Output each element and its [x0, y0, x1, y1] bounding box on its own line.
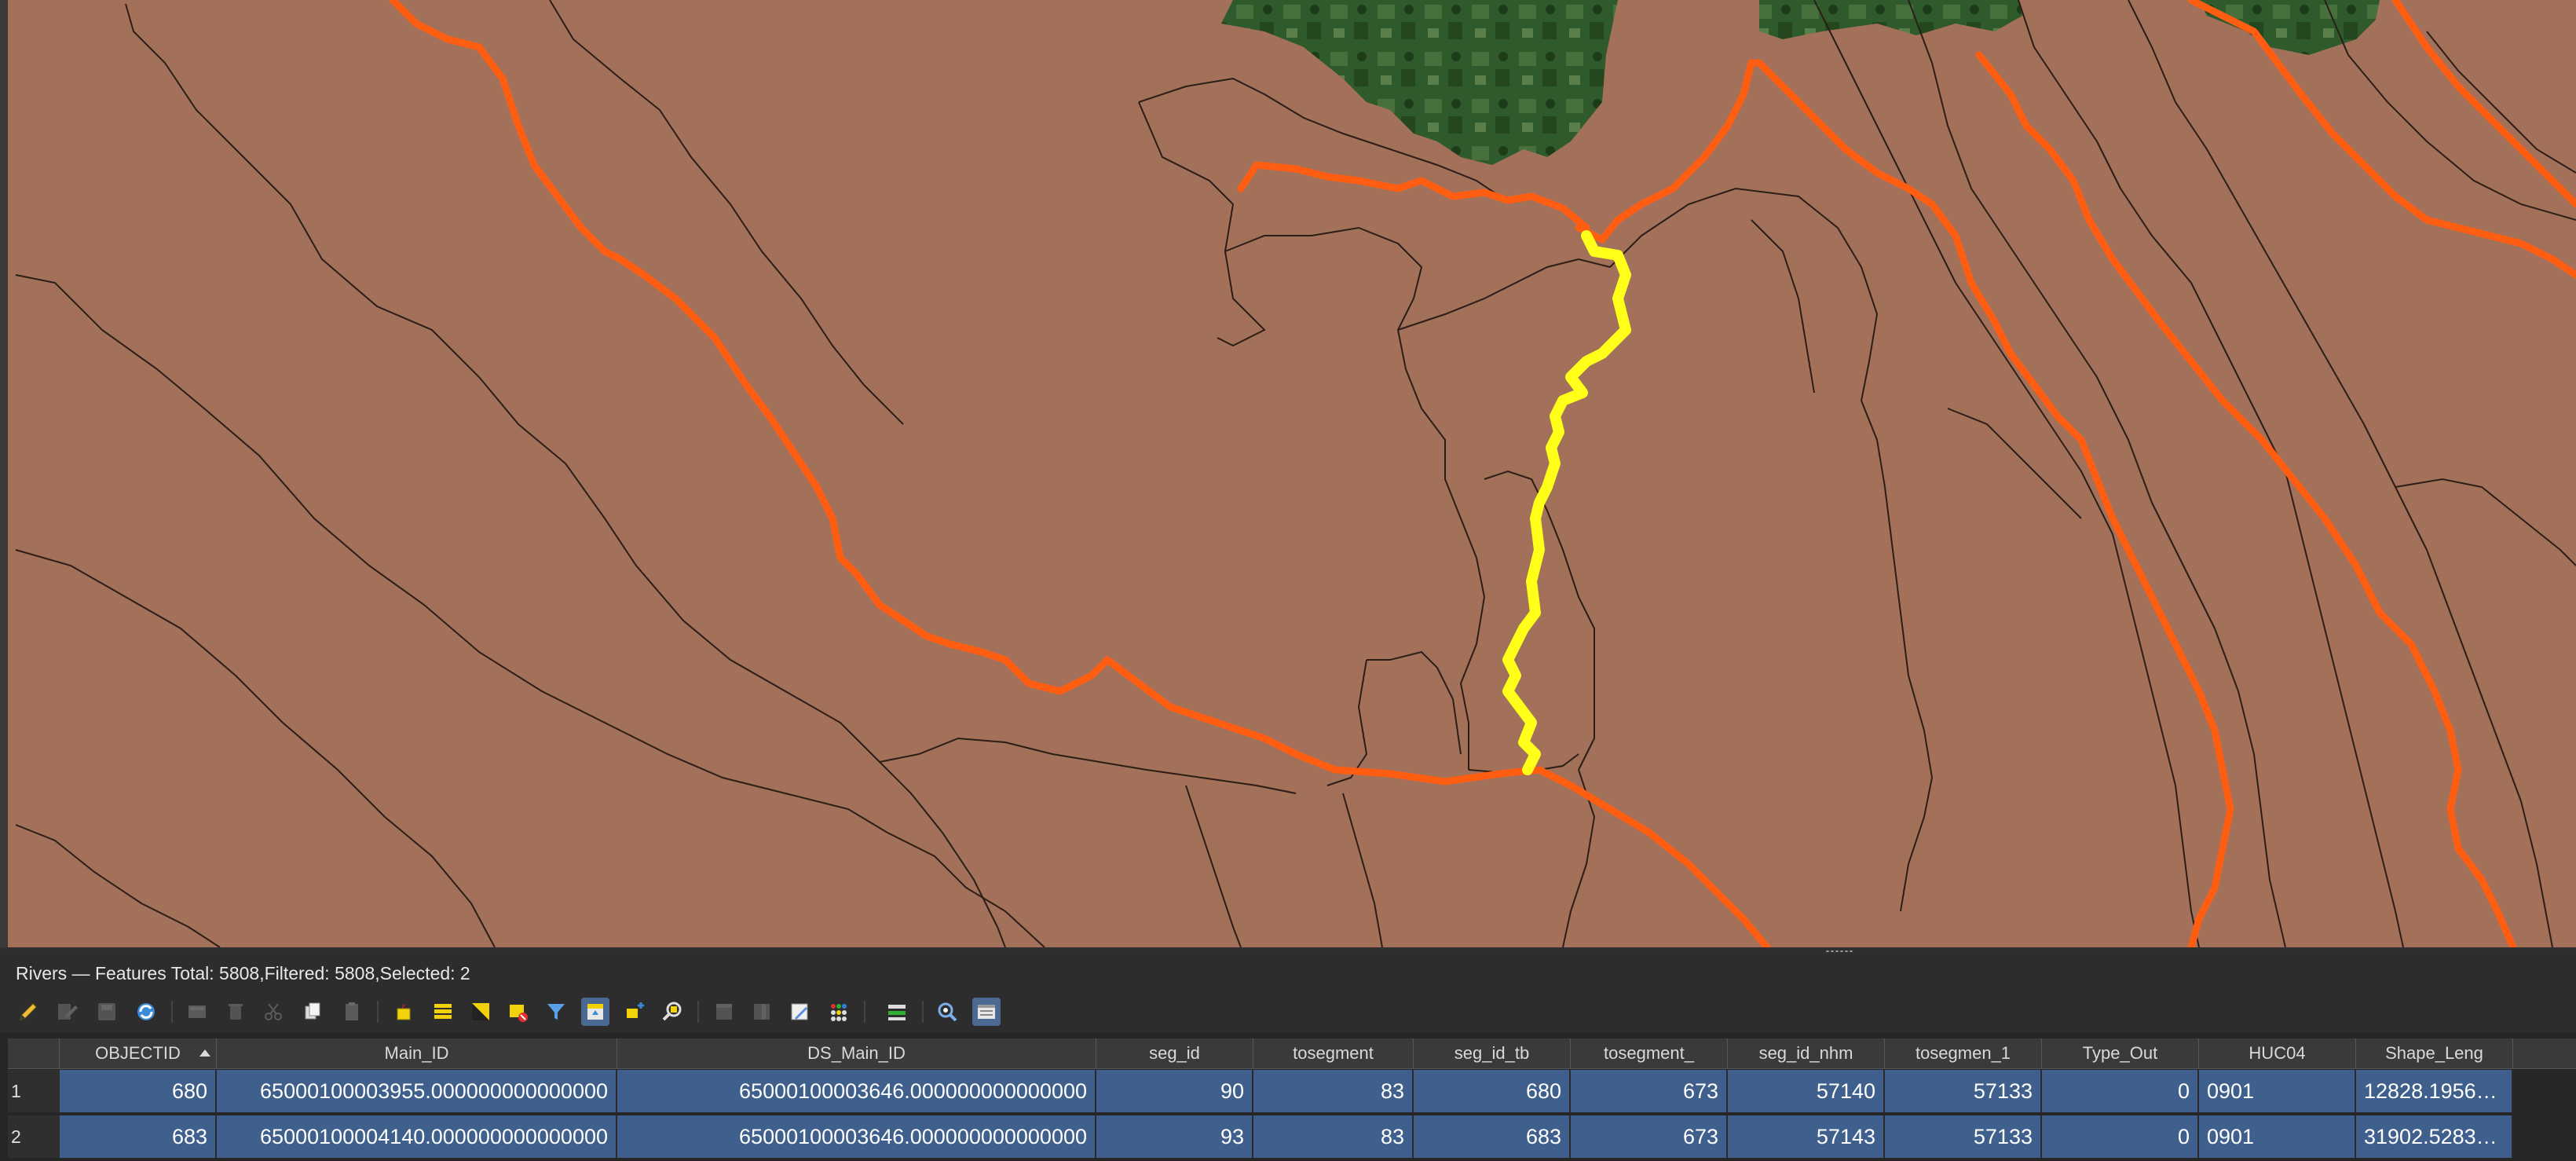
paste-icon[interactable]	[338, 998, 366, 1026]
column-header-type-out[interactable]: Type_Out	[2042, 1038, 2199, 1068]
column-header-main-id[interactable]: Main_ID	[217, 1038, 617, 1068]
toolbar-separator	[171, 1001, 173, 1023]
table-cell[interactable]: 65000100003646.000000000000000	[617, 1115, 1096, 1158]
map-canvas[interactable]	[8, 0, 2576, 947]
invert-selection-icon[interactable]	[467, 998, 495, 1026]
satellite-imagery	[1221, 0, 2380, 165]
column-header-shape-leng[interactable]: Shape_Leng	[2356, 1038, 2513, 1068]
watershed-boundaries	[15, 0, 2576, 947]
table-cell[interactable]: 65000100003646.000000000000000	[617, 1070, 1096, 1112]
column-header-objectid[interactable]: OBJECTID	[60, 1038, 217, 1068]
row-number[interactable]: 2	[8, 1115, 60, 1158]
column-header-tosegment[interactable]: tosegment	[1253, 1038, 1414, 1068]
add-feature-icon[interactable]	[184, 998, 212, 1026]
table-cell[interactable]: 57133	[1885, 1070, 2042, 1112]
toolbar-separator	[697, 1001, 699, 1023]
table-cell[interactable]: 90	[1096, 1070, 1253, 1112]
zoom-to-selection-icon[interactable]	[658, 998, 686, 1026]
conditional-formatting-icon[interactable]	[825, 998, 853, 1026]
table-row[interactable]: 2 683 65000100004140.000000000000000 650…	[8, 1115, 2576, 1158]
column-header-seg-id-nhm[interactable]: seg_id_nhm	[1728, 1038, 1885, 1068]
table-cell[interactable]: 683	[60, 1115, 217, 1158]
table-cell[interactable]: 83	[1253, 1115, 1414, 1158]
attribute-table-title: Rivers — Features Total: 5808,Filtered: …	[0, 955, 2576, 991]
table-cell[interactable]: 0901	[2199, 1070, 2356, 1112]
table-cell[interactable]: 57140	[1728, 1070, 1885, 1112]
multi-edit-icon[interactable]	[53, 998, 82, 1026]
deselect-all-icon[interactable]	[504, 998, 532, 1026]
delete-field-icon[interactable]	[748, 998, 776, 1026]
map-layers	[15, 0, 2576, 947]
selected-river	[1502, 230, 1631, 775]
table-cell[interactable]: 65000100003955.000000000000000	[217, 1070, 617, 1112]
column-header-seg-id-tb[interactable]: seg_id_tb	[1414, 1038, 1571, 1068]
table-cell[interactable]: 93	[1096, 1115, 1253, 1158]
table-cell[interactable]: 31902.52838...	[2356, 1115, 2513, 1158]
table-cell[interactable]: 12828.19565...	[2356, 1070, 2513, 1112]
column-header-tosegment-underscore[interactable]: tosegment_	[1571, 1038, 1728, 1068]
save-edits-icon[interactable]	[93, 998, 121, 1026]
dock-edge	[0, 0, 8, 947]
pan-to-selection-icon[interactable]	[620, 998, 649, 1026]
splitter-grip[interactable]	[1825, 950, 1853, 953]
new-field-icon[interactable]	[710, 998, 738, 1026]
reload-table-icon[interactable]	[132, 998, 160, 1026]
select-by-expression-icon[interactable]: ε	[391, 998, 419, 1026]
sort-ascending-icon	[199, 1049, 210, 1057]
column-header-seg-id[interactable]: seg_id	[1096, 1038, 1253, 1068]
table-cell[interactable]: 683	[1414, 1115, 1571, 1158]
toggle-editing-icon[interactable]	[14, 998, 42, 1026]
row-number[interactable]: 1	[8, 1070, 60, 1112]
column-header-huc04[interactable]: HUC04	[2199, 1038, 2356, 1068]
form-view-icon[interactable]	[972, 998, 1001, 1026]
table-cell[interactable]: 57133	[1885, 1115, 2042, 1158]
table-cell[interactable]: 57143	[1728, 1115, 1885, 1158]
cut-icon[interactable]	[259, 998, 287, 1026]
table-row[interactable]: 1 680 65000100003955.000000000000000 650…	[8, 1070, 2576, 1112]
copy-icon[interactable]	[298, 998, 327, 1026]
table-cell[interactable]: 0	[2042, 1115, 2199, 1158]
filter-select-icon[interactable]	[542, 998, 570, 1026]
row-number-header	[8, 1038, 60, 1068]
toolbar-separator	[922, 1001, 924, 1023]
column-header-ds-main-id[interactable]: DS_Main_ID	[617, 1038, 1096, 1068]
attribute-table-toolbar: ε	[0, 991, 2576, 1032]
actions-icon[interactable]	[883, 998, 911, 1026]
attribute-table[interactable]: OBJECTID Main_ID DS_Main_ID seg_id toseg…	[0, 1032, 2576, 1161]
field-calculator-icon[interactable]	[785, 998, 814, 1026]
column-header-tosegmen-1[interactable]: tosegmen_1	[1885, 1038, 2042, 1068]
dock-table-icon[interactable]	[933, 998, 961, 1026]
table-cell[interactable]: 680	[1414, 1070, 1571, 1112]
table-cell[interactable]: 83	[1253, 1070, 1414, 1112]
move-selection-to-top-icon[interactable]	[581, 998, 609, 1026]
table-cell[interactable]: 0901	[2199, 1115, 2356, 1158]
toolbar-separator	[864, 1001, 865, 1023]
table-cell[interactable]: 673	[1571, 1070, 1728, 1112]
toolbar-separator	[377, 1001, 379, 1023]
select-all-icon[interactable]	[429, 998, 457, 1026]
table-cell[interactable]: 673	[1571, 1115, 1728, 1158]
table-cell[interactable]: 0	[2042, 1070, 2199, 1112]
feature-count-text: Rivers — Features Total: 5808,Filtered: …	[16, 963, 470, 983]
table-cell[interactable]: 680	[60, 1070, 217, 1112]
svg-text:ε: ε	[402, 1000, 406, 1011]
delete-features-icon[interactable]	[221, 998, 250, 1026]
panel-splitter[interactable]	[0, 947, 2576, 955]
table-cell[interactable]: 65000100004140.000000000000000	[217, 1115, 617, 1158]
table-header-row: OBJECTID Main_ID DS_Main_ID seg_id toseg…	[8, 1038, 2576, 1069]
